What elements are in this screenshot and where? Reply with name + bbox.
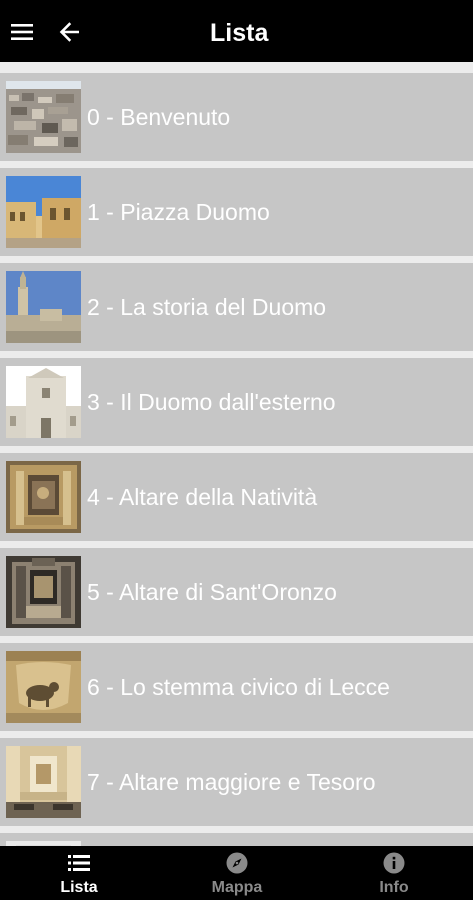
list-item-label: 5 - Altare di Sant'Oronzo xyxy=(87,579,337,605)
altar-oronzo-thumbnail xyxy=(6,556,81,628)
list-item-5[interactable]: 5 - Altare di Sant'Oronzo xyxy=(0,548,473,636)
altar-nativity-thumbnail xyxy=(6,461,81,533)
list-item-8[interactable] xyxy=(0,833,473,846)
bottom-navigation: Lista Mappa Info xyxy=(0,846,473,900)
coat-of-arms-thumbnail xyxy=(6,651,81,723)
bell-tower-thumbnail xyxy=(6,271,81,343)
tab-mappa[interactable]: Mappa xyxy=(158,846,316,900)
list-item-label: 7 - Altare maggiore e Tesoro xyxy=(87,769,376,795)
app-bar: Lista xyxy=(0,0,473,62)
cathedral-facade-thumbnail xyxy=(6,366,81,438)
list-item-6[interactable]: 6 - Lo stemma civico di Lecce xyxy=(0,643,473,731)
chapter-list[interactable]: 0 - Benvenuto 1 - Piazza Duomo 2 - La st… xyxy=(0,62,473,846)
hamburger-menu-icon[interactable] xyxy=(10,20,36,44)
list-item-label: 2 - La storia del Duomo xyxy=(87,294,327,320)
info-icon xyxy=(382,851,406,875)
main-altar-thumbnail xyxy=(6,746,81,818)
list-item-3[interactable]: 3 - Il Duomo dall'esterno xyxy=(0,358,473,446)
arrow-back-icon[interactable] xyxy=(56,18,84,46)
list-item-label: 4 - Altare della Natività xyxy=(87,484,318,510)
list-item-1[interactable]: 1 - Piazza Duomo xyxy=(0,168,473,256)
list-icon xyxy=(67,851,91,875)
aerial-city-thumbnail xyxy=(6,81,81,153)
list-item-4[interactable]: 4 - Altare della Natività xyxy=(0,453,473,541)
tab-label: Lista xyxy=(60,879,98,896)
tab-info[interactable]: Info xyxy=(315,846,473,900)
tab-label: Mappa xyxy=(211,879,263,896)
list-item-label: 3 - Il Duomo dall'esterno xyxy=(87,389,336,415)
list-item-2[interactable]: 2 - La storia del Duomo xyxy=(0,263,473,351)
piazza-duomo-thumbnail xyxy=(6,176,81,248)
list-item-label: 0 - Benvenuto xyxy=(87,104,231,130)
app-screen: Lista 0 - Benvenuto 1 - Piazza Duomo 2 -… xyxy=(0,0,473,900)
list-item-label: 1 - Piazza Duomo xyxy=(87,199,270,225)
compass-icon xyxy=(225,851,249,875)
list-item-0[interactable]: 0 - Benvenuto xyxy=(0,73,473,161)
page-title: Lista xyxy=(210,19,269,47)
list-item-7[interactable]: 7 - Altare maggiore e Tesoro xyxy=(0,738,473,826)
list-item-label: 6 - Lo stemma civico di Lecce xyxy=(87,674,390,700)
tab-lista[interactable]: Lista xyxy=(0,846,158,900)
tab-label: Info xyxy=(379,879,409,896)
